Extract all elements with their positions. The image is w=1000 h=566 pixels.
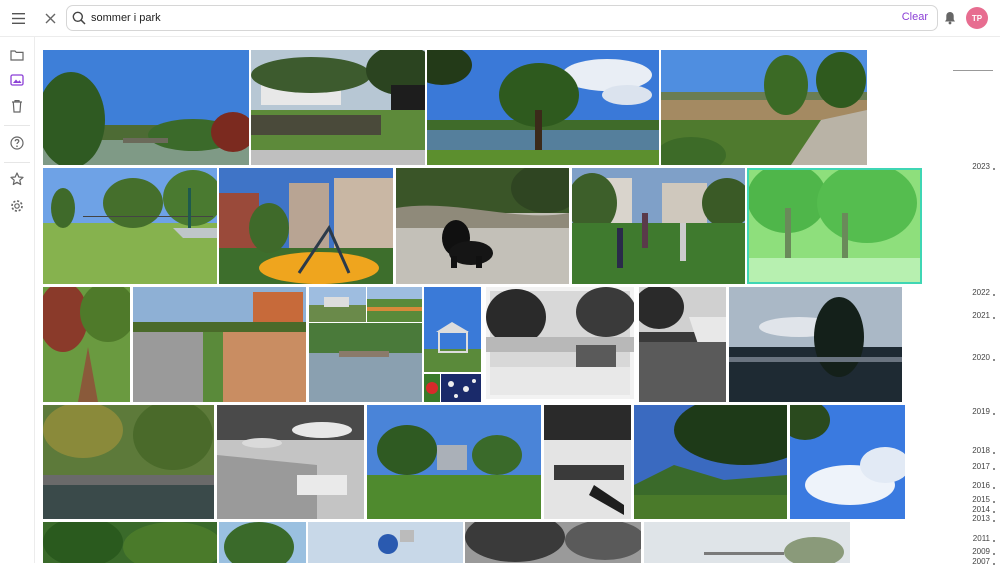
sidebar-item-folders[interactable] (4, 44, 30, 66)
photo-thumbnail[interactable] (572, 168, 745, 284)
photo-thumbnail[interactable] (43, 287, 130, 402)
folder-icon (10, 50, 24, 61)
timeline-year[interactable]: 2007 (972, 557, 990, 566)
sidebar-item-photos[interactable] (4, 69, 30, 91)
photo-thumbnail[interactable] (309, 323, 422, 402)
timeline-year[interactable]: 2016 (972, 481, 990, 490)
photo-thumbnail[interactable] (396, 168, 569, 284)
timeline-year[interactable]: 2013 (972, 514, 990, 523)
avatar[interactable]: TP (966, 7, 988, 29)
photo-thumbnail[interactable] (424, 287, 481, 372)
timeline-dot (993, 553, 995, 555)
photo-thumbnail[interactable] (427, 50, 659, 165)
timeline-dot (993, 359, 995, 361)
top-bar: Clear TP (0, 0, 1000, 37)
timeline-dot (993, 413, 995, 415)
photo-thumbnail[interactable] (219, 168, 393, 284)
search-input[interactable] (91, 7, 871, 29)
timeline-dot (993, 511, 995, 513)
timeline-year[interactable]: 2017 (972, 462, 990, 471)
photo-thumbnail[interactable] (729, 287, 902, 402)
photo-thumbnail[interactable] (367, 287, 422, 322)
timeline-year[interactable]: 2009 (972, 547, 990, 556)
photo-thumbnail[interactable] (441, 374, 481, 402)
timeline-year[interactable]: 2011 (973, 534, 990, 543)
clear-button[interactable]: Clear (902, 11, 928, 23)
photo-thumbnail[interactable] (367, 405, 541, 519)
timeline-year[interactable]: 2020 (972, 353, 990, 362)
timeline-year[interactable]: 2023 (972, 162, 990, 171)
photos-icon (10, 74, 24, 86)
photo-thumbnail[interactable] (43, 50, 249, 165)
photo-thumbnail[interactable] (43, 522, 217, 563)
photo-thumbnail[interactable] (308, 522, 463, 563)
sidebar (0, 37, 35, 563)
star-icon (10, 172, 24, 186)
photo-thumbnail[interactable] (43, 405, 214, 519)
timeline-dot (993, 452, 995, 454)
close-icon[interactable] (40, 8, 60, 28)
sidebar-item-settings[interactable] (4, 195, 30, 217)
photo-thumbnail[interactable] (251, 50, 425, 165)
timeline-year[interactable]: 2022 (972, 288, 990, 297)
timeline-dot (993, 520, 995, 522)
photo-thumbnail[interactable] (661, 50, 867, 165)
sidebar-divider (4, 125, 30, 126)
photo-thumbnail[interactable] (217, 405, 364, 519)
photo-thumbnail[interactable] (790, 405, 905, 519)
photo-thumbnail[interactable] (43, 168, 217, 284)
timeline-year[interactable]: 2015 (972, 495, 990, 504)
menu-icon[interactable] (8, 8, 28, 28)
timeline-scrubber[interactable]: 2023 2022 2021 2020 2019 2018 2017 2016 … (945, 37, 1000, 566)
sidebar-item-favorites[interactable] (4, 168, 30, 190)
timeline-dot (993, 540, 995, 542)
timeline-year[interactable]: 2018 (972, 446, 990, 455)
timeline-year[interactable]: 2019 (972, 407, 990, 416)
timeline-year[interactable]: 2014 (972, 505, 990, 514)
sidebar-item-trash[interactable] (4, 95, 30, 117)
photo-thumbnail[interactable] (133, 287, 306, 402)
timeline-dot (993, 563, 995, 565)
photo-thumbnail[interactable] (486, 287, 634, 399)
sidebar-divider (4, 162, 30, 163)
photo-thumbnail[interactable] (424, 374, 440, 402)
timeline-dot (993, 317, 995, 319)
search-bar: Clear (66, 5, 938, 31)
gear-icon (11, 200, 23, 212)
timeline-dot (993, 294, 995, 296)
photo-thumbnail[interactable] (634, 405, 787, 519)
search-icon (72, 11, 86, 25)
photo-thumbnail[interactable] (544, 405, 631, 519)
photo-thumbnail[interactable] (644, 522, 850, 563)
photo-thumbnail[interactable] (309, 287, 366, 322)
timeline-dot (993, 468, 995, 470)
timeline-dot (993, 168, 995, 170)
photo-thumbnail-selected[interactable] (747, 168, 922, 284)
photo-thumbnail[interactable] (465, 522, 641, 563)
photo-thumbnail[interactable] (639, 287, 726, 402)
timeline-year[interactable]: 2021 (972, 311, 990, 320)
photo-thumbnail[interactable] (219, 522, 306, 563)
timeline-dot (993, 487, 995, 489)
bell-icon[interactable] (941, 9, 959, 27)
trash-icon (12, 100, 22, 113)
sidebar-item-help[interactable] (4, 132, 30, 154)
help-icon (10, 136, 24, 150)
timeline-dot (993, 501, 995, 503)
